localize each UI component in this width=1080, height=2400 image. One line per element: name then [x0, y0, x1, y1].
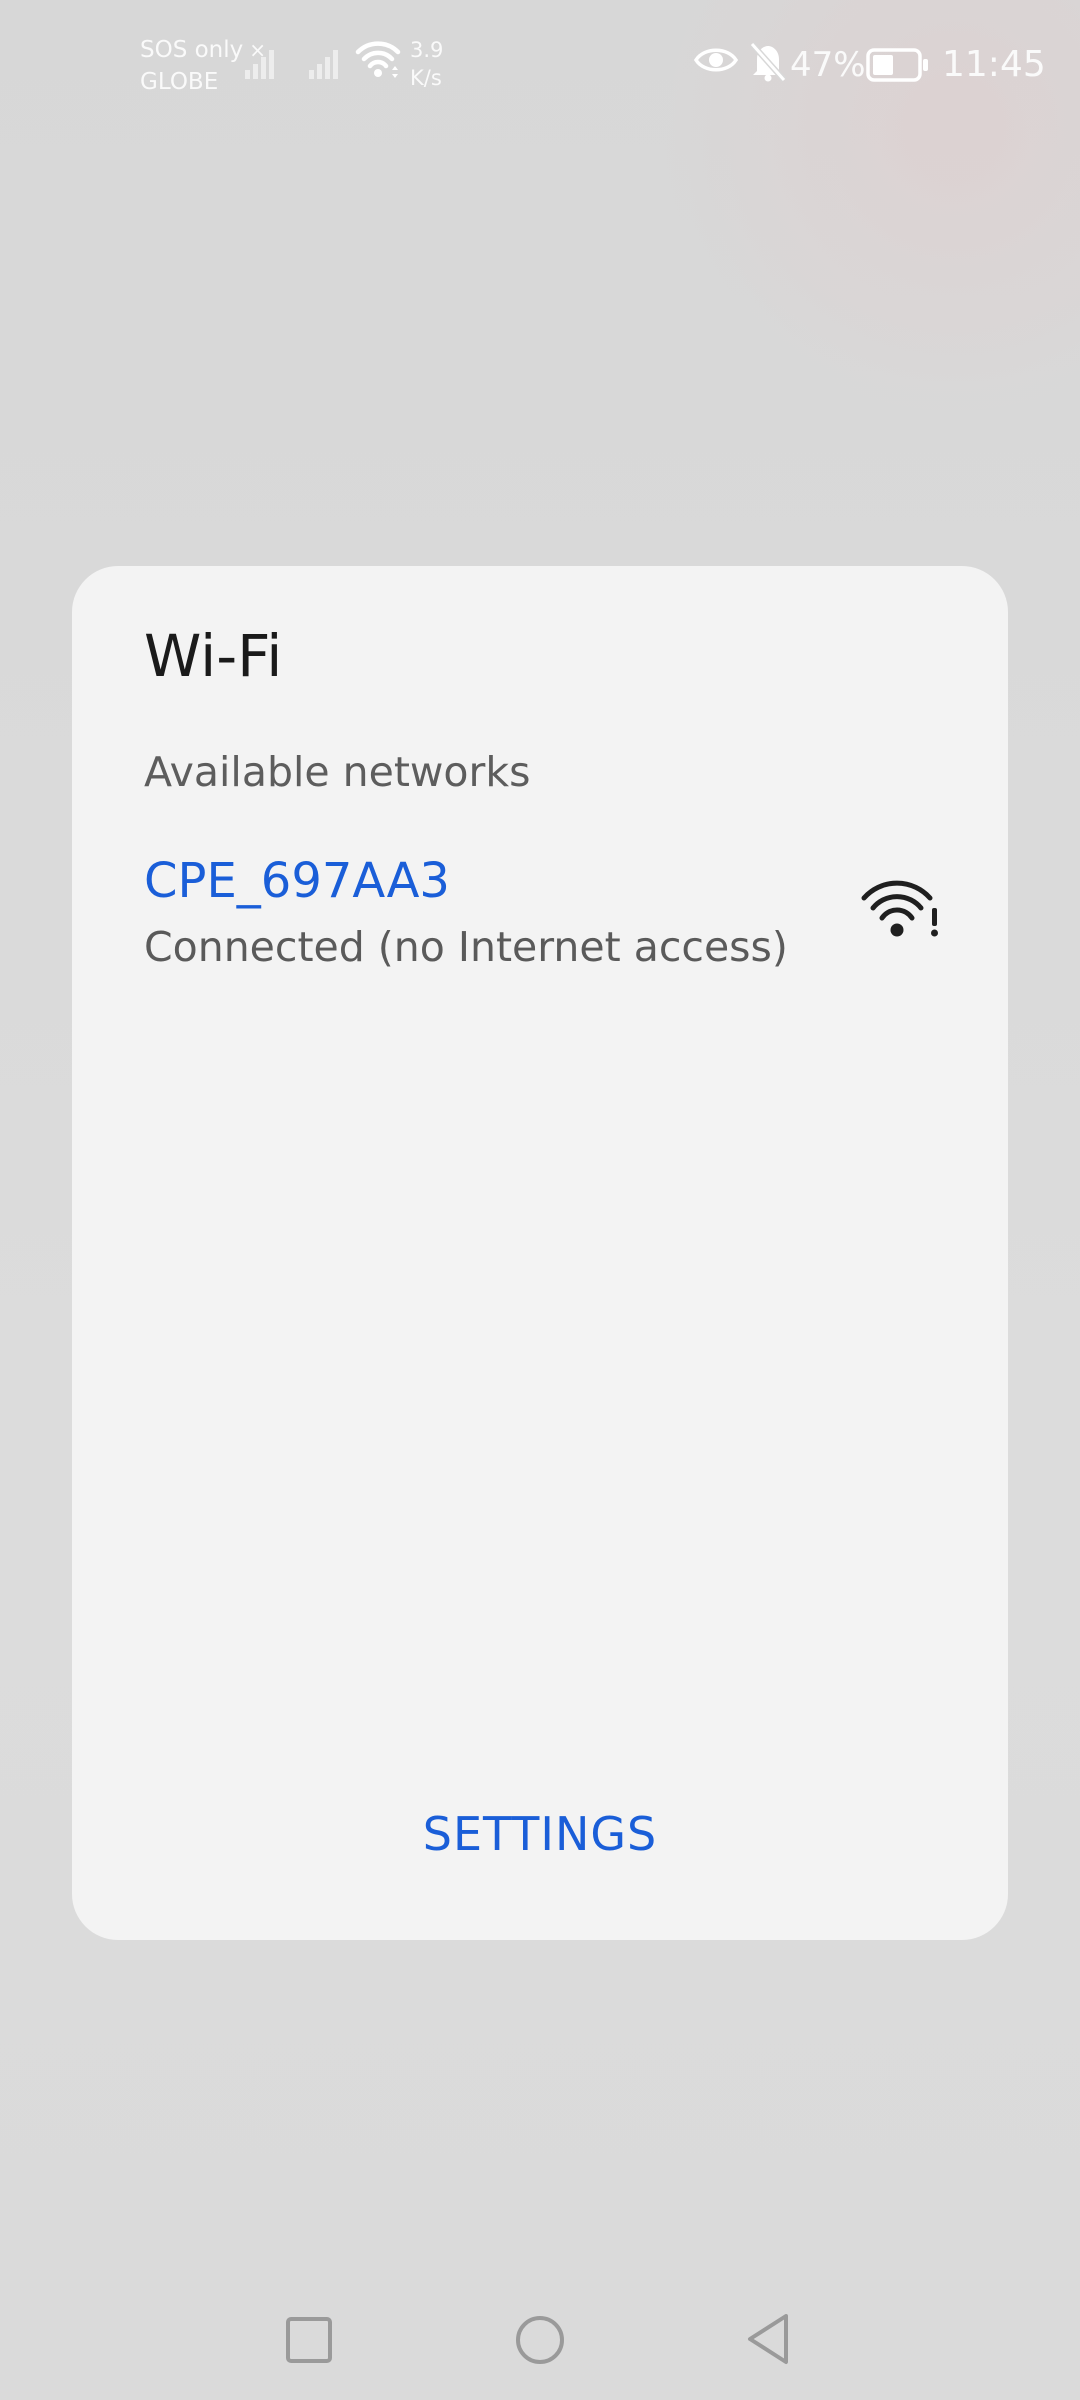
battery-icon	[866, 48, 928, 82]
wifi-warning-icon	[861, 880, 938, 937]
speed-value: 3.9	[410, 38, 444, 62]
dialog-title: Wi-Fi	[144, 622, 283, 690]
recent-apps-icon[interactable]	[285, 2316, 333, 2364]
settings-button[interactable]: SETTINGS	[390, 1794, 690, 1874]
home-icon[interactable]	[514, 2314, 566, 2366]
network-status: Connected (no Internet access)	[144, 923, 788, 971]
bell-muted-icon	[749, 42, 787, 82]
battery-percent: 47%	[790, 45, 866, 85]
clock: 11:45	[942, 44, 1046, 85]
network-name: CPE_697AA3	[144, 853, 450, 909]
available-networks-label: Available networks	[144, 748, 531, 796]
back-icon[interactable]	[744, 2312, 792, 2366]
network-speed: 3.9 K/s	[410, 36, 443, 92]
speed-unit: K/s	[410, 66, 442, 90]
eye-icon	[694, 48, 738, 72]
network-item[interactable]: CPE_697AA3 Connected (no Internet access…	[72, 848, 1008, 998]
carrier-line-1: SOS only	[140, 37, 244, 63]
wifi-dialog: Wi-Fi Available networks CPE_697AA3 Conn…	[72, 566, 1008, 1940]
status-bar: SOS only × GLOBE 3.9 K/s 47% 11:45	[0, 0, 1080, 130]
signal-bars-icon	[309, 50, 338, 79]
signal-bars-icon	[245, 50, 274, 79]
wifi-icon	[355, 41, 401, 78]
